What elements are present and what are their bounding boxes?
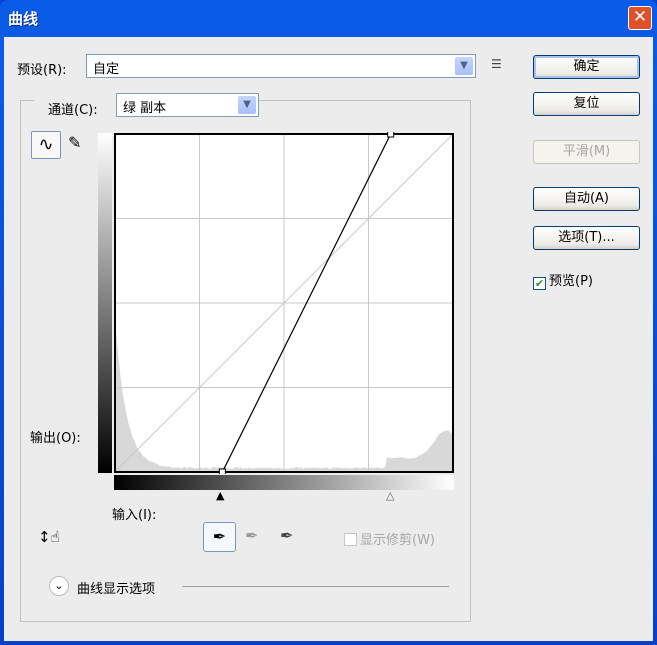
ok-button[interactable]: 确定: [533, 55, 640, 79]
curve-point: [219, 469, 225, 474]
chevron-down-icon[interactable]: ▼: [455, 57, 473, 75]
input-label: 输入(I):: [112, 504, 156, 523]
show-clipping-label: 显示修剪(W): [360, 533, 435, 548]
close-button[interactable]: ✕: [628, 6, 652, 30]
show-clipping-checkbox[interactable]: 显示修剪(W): [344, 529, 435, 548]
preview-label: 预览(P): [549, 274, 593, 289]
chevron-down-icon[interactable]: ▼: [238, 96, 256, 114]
channel-select[interactable]: 绿 副本 ▼: [116, 93, 259, 117]
reset-button[interactable]: 复位: [533, 92, 640, 116]
black-eyedropper-icon[interactable]: ✒: [203, 522, 236, 552]
input-gradient: [114, 475, 454, 490]
preset-menu-icon[interactable]: ☰: [491, 57, 502, 71]
expand-chevron-icon[interactable]: ⌄: [49, 576, 69, 596]
smooth-button[interactable]: 平滑(M): [533, 140, 640, 164]
white-point-slider[interactable]: △: [386, 489, 394, 502]
curve-point: [388, 132, 394, 137]
gray-eyedropper-icon[interactable]: ✒: [245, 526, 258, 545]
options-button[interactable]: 选项(T)...: [533, 226, 640, 250]
divider: [182, 586, 449, 587]
curve-display-options-label[interactable]: 曲线显示选项: [77, 578, 155, 597]
curve-graph[interactable]: [113, 132, 455, 474]
curves-dialog: 曲线 ✕ 预设(R): 自定 ▼ ☰ 确定 复位 平滑(M) 自动(A) 选项(T…: [0, 0, 657, 645]
dialog-body: 预设(R): 自定 ▼ ☰ 确定 复位 平滑(M) 自动(A) 选项(T)... …: [4, 37, 653, 641]
targeted-adjustment-hand-icon[interactable]: ↕☝: [38, 528, 60, 546]
check-icon: ✔: [533, 277, 546, 290]
channel-label: 通道(C):: [48, 99, 98, 118]
white-eyedropper-icon[interactable]: ✒: [280, 526, 293, 545]
preview-checkbox[interactable]: ✔ 预览(P): [533, 270, 593, 290]
preset-label: 预设(R):: [17, 59, 67, 78]
dialog-title: 曲线: [8, 8, 38, 29]
auto-button[interactable]: 自动(A): [533, 187, 640, 211]
preset-value: 自定: [93, 62, 119, 77]
checkbox-box: [344, 533, 357, 546]
pencil-icon[interactable]: ✎: [68, 133, 81, 152]
output-gradient: [98, 133, 112, 473]
preset-select[interactable]: 自定 ▼: [86, 54, 476, 78]
curve-edit-tool[interactable]: ∿: [31, 131, 61, 159]
black-point-slider[interactable]: ▲: [216, 489, 224, 502]
output-label: 输出(O):: [30, 427, 81, 446]
channel-value: 绿 副本: [123, 101, 166, 116]
